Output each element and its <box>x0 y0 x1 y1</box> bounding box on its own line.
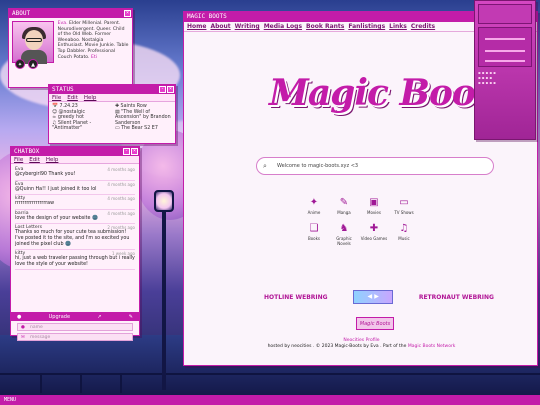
nav-fanlistings[interactable]: Fanlistings <box>348 22 385 31</box>
minimize-icon[interactable]: - <box>123 148 130 155</box>
chat-toolbar: ● Upgrade ↗ ✎ <box>11 312 139 321</box>
neocities-profile-link[interactable]: Neocities Profile <box>184 338 539 343</box>
player-screen <box>478 4 532 24</box>
nav-about[interactable]: About <box>210 22 230 31</box>
headphones-icon: ♫ <box>399 223 409 234</box>
nav-icon-video-games[interactable]: ✚ Video Games <box>359 223 389 246</box>
menu-file[interactable]: File <box>52 94 61 101</box>
wand-icon: ✦ <box>309 197 319 208</box>
nav-media-logs[interactable]: Media Logs <box>264 22 302 31</box>
about-title: ABOUT <box>12 10 31 17</box>
nav-icon-tv-shows[interactable]: ▭ TV Shows <box>389 197 419 215</box>
main-title: MAGIC BOOTS <box>187 13 227 20</box>
minimize-icon[interactable]: - <box>159 86 166 93</box>
nav-home[interactable]: Home <box>187 22 206 31</box>
nav-writing[interactable]: Writing <box>235 22 260 31</box>
badge-icon[interactable]: ✦ <box>15 59 25 69</box>
name-field[interactable]: ● name <box>17 323 133 331</box>
music-player[interactable]: ▪ ▪ ▪ ▪ ▪ ▪ ▪ ▪ ▪ ▪ ▪ ▪ ▪ ▪ <box>474 0 536 140</box>
nav-icon-anime[interactable]: ✦ Anime <box>299 197 329 215</box>
list-item: Lost Letters 2 months ago Thanks so much f… <box>15 224 135 251</box>
about-bio: Eva. Elder Millenial. Parent. Neurodiver… <box>58 21 129 63</box>
external-link-icon[interactable]: ↗ <box>97 314 101 320</box>
menu-help[interactable]: Help <box>46 156 59 163</box>
chess-knight-icon: ♞ <box>339 223 349 234</box>
badge-icon[interactable]: ▲ <box>28 59 38 69</box>
chatbox-titlebar[interactable]: CHATBOX - × <box>11 147 139 156</box>
taskbar-menu-button[interactable]: MENU <box>0 395 540 405</box>
menu-file[interactable]: File <box>14 156 23 163</box>
network-link[interactable]: Magic Boots Network <box>408 344 456 349</box>
tv-icon: ▭ <box>399 197 409 208</box>
list-item: Eva 4 months ago @Quinn Ha!! I just joined… <box>15 181 135 196</box>
close-icon[interactable]: × <box>131 148 138 155</box>
status-window[interactable]: STATUS - × File Edit Help 📅 7.24.23 ☺ @no… <box>48 84 176 144</box>
close-icon[interactable]: × <box>167 86 174 93</box>
status-title: STATUS <box>52 86 74 93</box>
nav-icon-movies[interactable]: ▣ Movies <box>359 197 389 215</box>
chat-icon: ✉ <box>21 335 25 340</box>
about-bio-tail: Eti <box>90 54 97 60</box>
message-field[interactable]: ✉ message <box>17 333 133 341</box>
nav-links[interactable]: Links <box>389 22 407 31</box>
user-icon: ● <box>21 325 25 330</box>
webring-retronaut[interactable]: RETRONAUT WEBRING <box>419 294 494 301</box>
menu-edit[interactable]: Edit <box>29 156 40 163</box>
nav-credits[interactable]: Credits <box>411 22 435 31</box>
status-menubar: File Edit Help <box>49 94 175 102</box>
open-book-icon: ❑ <box>309 223 319 234</box>
book-icon: ✎ <box>339 197 349 208</box>
menu-edit[interactable]: Edit <box>67 94 78 101</box>
webrings: HOTLINE WEBRING ◀ ▶ RETRONAUT WEBRING <box>264 290 494 304</box>
nav-icon-books[interactable]: ❑ Books <box>299 223 329 246</box>
chatbox-menubar: File Edit Help <box>11 156 139 164</box>
about-bio-name: Eva. <box>57 21 68 26</box>
user-icon[interactable]: ● <box>17 314 21 320</box>
chat-messages[interactable]: Eva 4 months ago @cybergirl90 Thank you! E… <box>11 164 139 312</box>
footer-text: hosted by neocities . © 2023 Magic-Boots… <box>267 344 456 349</box>
webring-center-badge[interactable]: ◀ ▶ <box>353 290 394 304</box>
search-icon: ⌕ <box>263 162 267 170</box>
gamepad-icon: ✚ <box>369 223 379 234</box>
player-playlist[interactable]: ▪ ▪ ▪ ▪ ▪ ▪ ▪ ▪ ▪ ▪ ▪ ▪ ▪ ▪ <box>478 70 532 85</box>
status-music: ♫ Silent Planet - "Antimatter" <box>52 120 92 132</box>
menu-help[interactable]: Help <box>84 94 97 101</box>
chatbox-title: CHATBOX <box>14 148 40 155</box>
player-visualizer <box>478 27 532 67</box>
nav-icon-music[interactable]: ♫ Music <box>389 223 419 246</box>
film-icon: ▣ <box>369 197 379 208</box>
list-item: kitty 1 week ago hi, just a web traveler p… <box>15 250 135 271</box>
edit-icon[interactable]: ✎ <box>129 314 133 320</box>
media-icon-grid: ✦ Anime ✎ Manga ▣ Movies ▭ TV Shows ❑ Books ♞… <box>299 197 439 246</box>
webring-hotline[interactable]: HOTLINE WEBRING <box>264 294 328 301</box>
nav-icon-manga[interactable]: ✎ Manga <box>329 197 359 215</box>
status-titlebar[interactable]: STATUS - × <box>49 85 175 94</box>
chatbox-window[interactable]: CHATBOX - × File Edit Help Eva 4 months ag… <box>10 146 140 341</box>
about-titlebar[interactable]: ABOUT × <box>9 9 132 18</box>
list-item: Eva 4 months ago @cybergirl90 Thank you! <box>15 166 135 181</box>
status-tv: ▭ The Bear S2 E7 <box>115 126 158 132</box>
site-badge[interactable]: Magic Boots <box>356 317 394 330</box>
nav-icon-graphic-novels[interactable]: ♞ Graphic Novels <box>329 223 359 246</box>
avatar <box>12 21 54 64</box>
status-book: ▤ "The Well of Ascension" by Brandon San… <box>115 109 171 126</box>
upgrade-button[interactable]: Upgrade <box>49 314 70 320</box>
list-item: barria 4 months ago love the design of you… <box>15 210 135 225</box>
list-item: kitty 4 months ago rrrrrrrrrrrrrrrrraw <box>15 195 135 210</box>
close-icon[interactable]: × <box>124 10 131 17</box>
about-window[interactable]: ABOUT × Eva. Elder Millenial. Parent. Ne… <box>8 8 133 88</box>
street-lamp <box>154 190 174 212</box>
nav-book-rants[interactable]: Book Rants <box>306 22 344 31</box>
search-input[interactable]: ⌕ Welcome to magic-boots.xyz <3 <box>256 157 494 175</box>
